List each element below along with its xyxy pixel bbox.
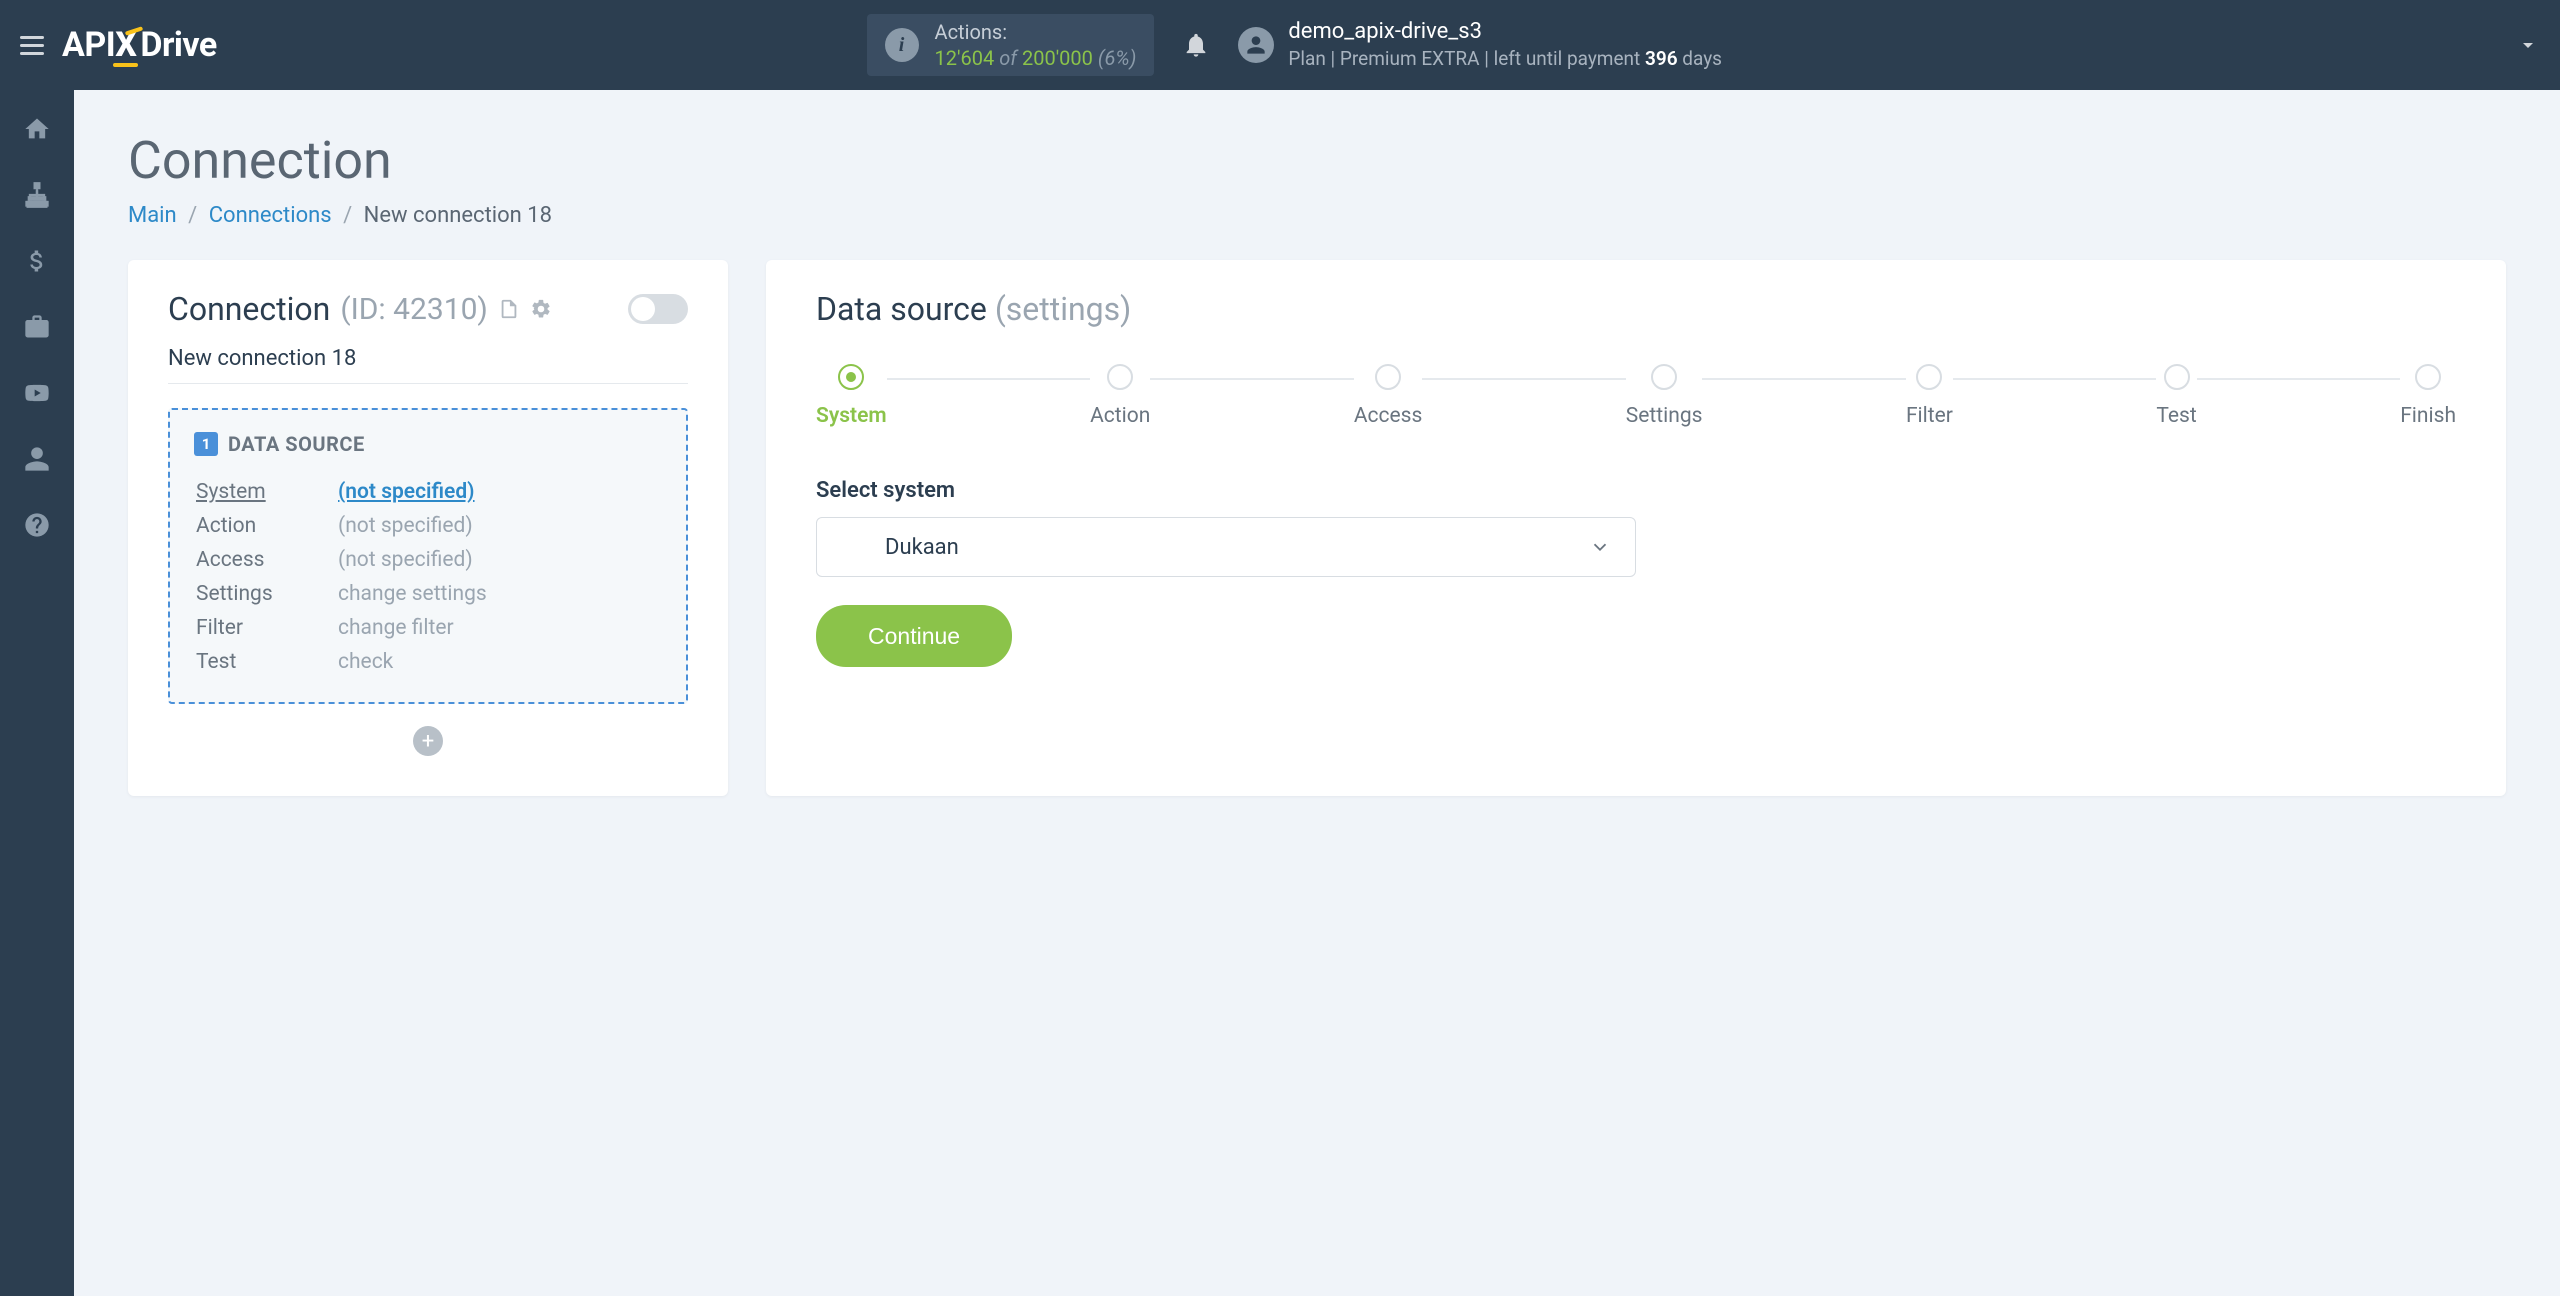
step-connector [1422, 378, 1625, 380]
step-circle-icon [2415, 364, 2441, 390]
data-source-header: Data source (settings) [816, 290, 2456, 328]
source-row-value: check [338, 646, 660, 678]
step-connector [887, 378, 1090, 380]
gear-icon[interactable] [530, 298, 552, 320]
source-row-label: Filter [196, 612, 336, 644]
connection-toggle[interactable] [628, 294, 688, 324]
main-content: Connection Main / Connections / New conn… [74, 90, 2560, 1296]
step-label: Action [1090, 404, 1150, 428]
breadcrumb-main[interactable]: Main [128, 203, 177, 228]
dollar-icon[interactable] [22, 246, 52, 276]
step-circle-icon [1375, 364, 1401, 390]
actions-values: 12'604 of 200'000 (6%) [935, 45, 1137, 71]
source-row-value: change filter [338, 612, 660, 644]
source-row-value: change settings [338, 578, 660, 610]
connection-panel: Connection (ID: 42310) New connection 18… [128, 260, 728, 796]
selected-system-value: Dukaan [885, 535, 959, 560]
connection-name: New connection 18 [168, 346, 688, 384]
avatar-icon [1238, 27, 1274, 63]
source-row-label: Access [196, 544, 336, 576]
user-menu[interactable]: demo_apix-drive_s3 Plan | Premium EXTRA … [1238, 18, 2540, 71]
info-icon: i [885, 28, 919, 62]
help-icon[interactable] [22, 510, 52, 540]
step-label: Test [2156, 404, 2196, 428]
connection-title: Connection [168, 290, 330, 328]
step-connector [2197, 378, 2400, 380]
source-row-label: Settings [196, 578, 336, 610]
step-circle-icon [1916, 364, 1942, 390]
step-test[interactable]: Test [2156, 364, 2196, 428]
source-badge: 1 [194, 432, 218, 456]
step-circle-icon [838, 364, 864, 390]
chevron-down-icon[interactable] [2516, 33, 2540, 57]
chevron-down-icon [1589, 536, 1611, 558]
step-connector [1702, 378, 1905, 380]
step-connector [1150, 378, 1353, 380]
connection-id: (ID: 42310) [340, 292, 488, 327]
step-circle-icon [1651, 364, 1677, 390]
user-plan: Plan | Premium EXTRA | left until paymen… [1288, 47, 1722, 72]
youtube-icon[interactable] [22, 378, 52, 408]
step-filter[interactable]: Filter [1906, 364, 1953, 428]
sitemap-icon[interactable] [22, 180, 52, 210]
step-finish[interactable]: Finish [2400, 364, 2456, 428]
actions-label: Actions: [935, 19, 1137, 45]
sidebar [0, 90, 74, 1296]
step-system[interactable]: System [816, 364, 887, 428]
source-row-value: (not specified) [338, 476, 660, 508]
data-source-panel: Data source (settings) System Action Acces… [766, 260, 2506, 796]
top-header: API X Drive i Actions: 12'604 of 200'000… [0, 0, 2560, 90]
hamburger-menu-icon[interactable] [12, 25, 52, 65]
select-system-label: Select system [816, 478, 2456, 503]
continue-button[interactable]: Continue [816, 605, 1012, 667]
source-table: System(not specified)Action(not specifie… [194, 474, 662, 680]
step-circle-icon [2164, 364, 2190, 390]
source-row-label: System [196, 476, 336, 508]
step-label: Finish [2400, 404, 2456, 428]
document-icon[interactable] [498, 298, 520, 320]
source-row-label: Test [196, 646, 336, 678]
data-source-box: 1 DATA SOURCE System(not specified)Actio… [168, 408, 688, 704]
step-circle-icon [1107, 364, 1133, 390]
step-settings[interactable]: Settings [1626, 364, 1703, 428]
add-button[interactable]: + [413, 726, 443, 756]
wizard-stepper: System Action Access Settings Filter Test Fini… [816, 364, 2456, 428]
step-action[interactable]: Action [1090, 364, 1150, 428]
logo-text-drive: Drive [140, 25, 216, 65]
actions-counter[interactable]: i Actions: 12'604 of 200'000 (6%) [867, 14, 1155, 76]
user-name: demo_apix-drive_s3 [1288, 18, 1722, 47]
step-label: Filter [1906, 404, 1953, 428]
breadcrumb: Main / Connections / New connection 18 [128, 203, 2506, 228]
logo[interactable]: API X Drive [62, 25, 217, 65]
source-row-value: (not specified) [338, 510, 660, 542]
step-connector [1953, 378, 2156, 380]
page-title: Connection [128, 130, 2506, 191]
home-icon[interactable] [22, 114, 52, 144]
briefcase-icon[interactable] [22, 312, 52, 342]
user-icon[interactable] [22, 444, 52, 474]
step-label: Settings [1626, 404, 1703, 428]
step-access[interactable]: Access [1354, 364, 1423, 428]
breadcrumb-current: New connection 18 [364, 203, 552, 228]
step-label: System [816, 404, 887, 428]
source-row-value: (not specified) [338, 544, 660, 576]
breadcrumb-connections[interactable]: Connections [209, 203, 332, 228]
step-label: Access [1354, 404, 1423, 428]
notifications-bell-icon[interactable] [1182, 31, 1210, 59]
source-row-label: Action [196, 510, 336, 542]
source-title: DATA SOURCE [228, 432, 365, 456]
logo-text-x: X [115, 25, 136, 65]
logo-text-api: API [62, 25, 115, 65]
select-system-dropdown[interactable]: Dukaan [816, 517, 1636, 577]
